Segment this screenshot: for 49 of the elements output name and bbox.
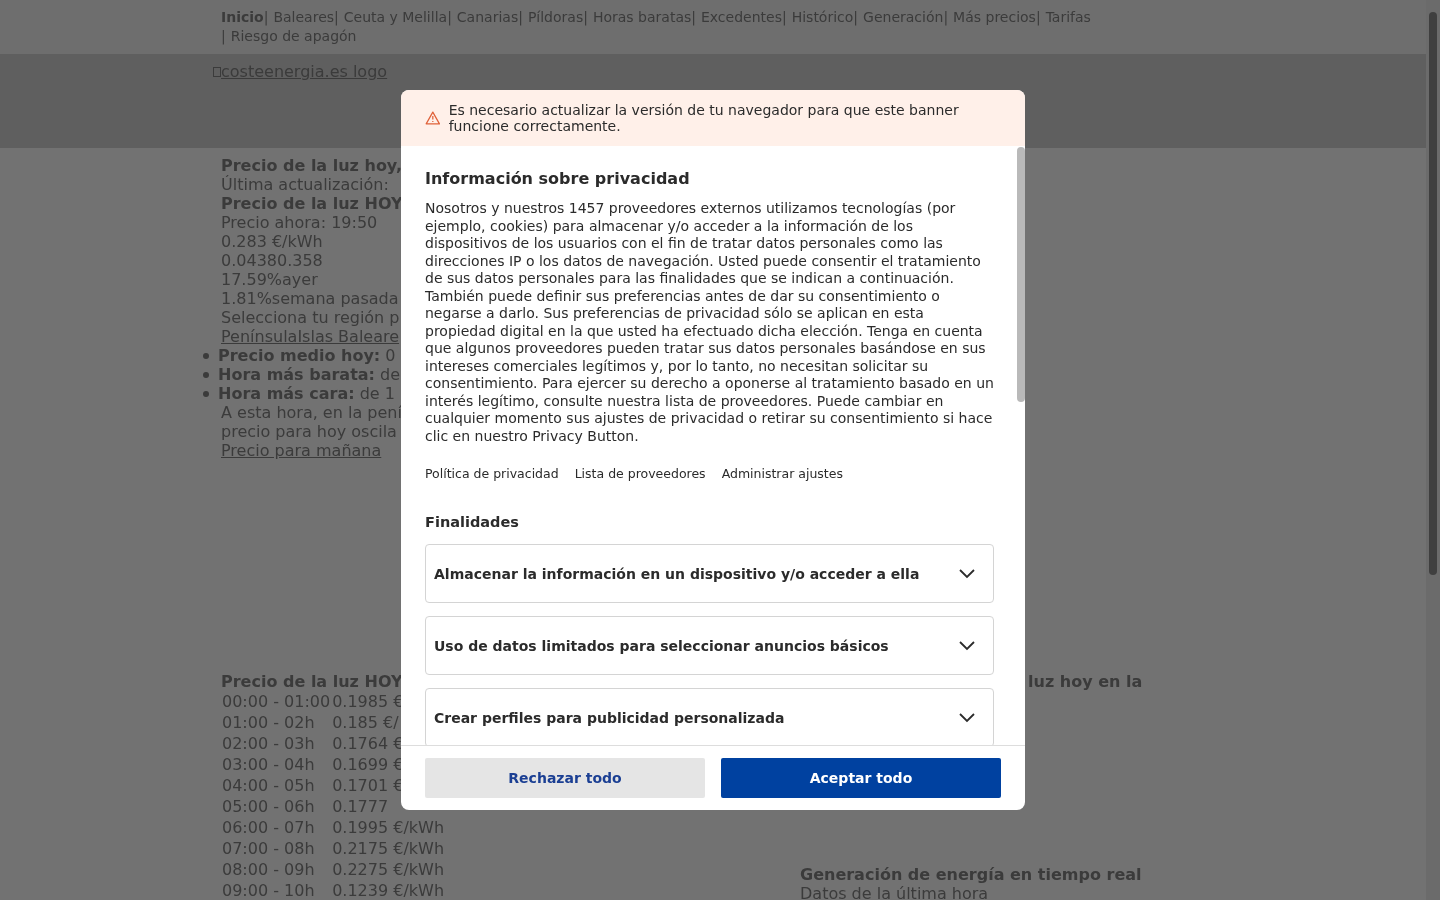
nav-separator: | — [583, 8, 588, 27]
privacy-text: Nosotros y nuestros 1457 proveedores externos utilizamos tecnologías (por ejemplo, cookies) para almacenar y/o acceder a la información de los dispositivos de los usuarios con el fin de tratar datos personales como las direcciones IP o los datos de navegación. Usted puede consentir el tratamiento de sus datos personales para las finalidades que se indican a continuación. También puede definir sus preferencias antes de dar su consentimiento o negarse a darlo. Sus preferencias de privacidad sólo se aplican en esta propiedad digital en la que usted ha efectuado dicha elección. Tenga en cuenta que algunos proveedores pueden tratar sus datos personales basándose en sus intereses comerciales legítimos y, por lo tanto, no necesitan solicitar su consentimiento. Para ejercer su derecho a oponerse al tratamiento basado en un interés legítimo, consulte nuestra lista de proveedores. Puede cambiar en cualquier momento sus ajustes de privacidad o retirar su consentimiento si hace clic en nuestro Privacy Button. — [425, 200, 994, 445]
chevron-down-icon — [959, 640, 975, 651]
hour-cell-text: 05:00 - 06h — [222, 796, 316, 817]
reject-button[interactable]: Rechazar todo — [425, 758, 705, 798]
info-text: precio para hoy oscila — [221, 422, 397, 441]
nav-separator: | — [263, 8, 269, 27]
privacy-link[interactable]: Lista de proveedores — [574, 465, 706, 483]
accept-button[interactable]: Aceptar todo — [721, 758, 1001, 798]
info-text: Precio ahora: 19:50 — [221, 213, 378, 232]
nav-separator: | — [781, 8, 787, 27]
dialog-title: Información sobre privacidad — [425, 168, 691, 190]
hour-cell-text: 09:00 - 10h — [222, 880, 316, 900]
hour-cell-text: 02:00 - 03h — [222, 733, 316, 754]
nav-separator: | — [853, 8, 859, 27]
nav-separator: | — [943, 8, 949, 27]
bullet-icon — [203, 352, 209, 359]
nav-separator: | — [691, 8, 696, 27]
price-cell: 0.1239 €/kWh — [332, 880, 445, 900]
nav-separator: | — [518, 8, 523, 27]
nav-separator: | — [221, 27, 226, 46]
nav-separator: | — [334, 8, 339, 27]
purpose-accordion[interactable]: Almacenar la información en un dispositivo y/o acceder a ella — [425, 544, 994, 603]
purposes-heading: Finalidades — [425, 513, 520, 531]
info-text: 1.81%semana pasada — [221, 289, 399, 308]
purpose-accordion[interactable]: Uso de datos limitados para seleccionar anuncios básicos — [425, 616, 994, 675]
hour-cell-text: 08:00 - 09h — [222, 859, 316, 880]
bullet-icon — [203, 390, 209, 397]
info-text: Última actualización: — [221, 175, 389, 194]
chevron-down-icon — [959, 712, 975, 723]
chevron-down-icon — [959, 568, 975, 579]
nav-separator: | — [1035, 8, 1041, 27]
scrollbar-thumb[interactable] — [1429, 12, 1437, 575]
info-text: 0.283 €/kWh — [221, 232, 323, 251]
price-cell: 0.2275 €/kWh — [332, 859, 445, 880]
nav-separator: | — [447, 8, 452, 27]
bullet-icon — [203, 371, 209, 378]
purpose-accordion[interactable]: Crear perfiles para publicidad personalizada — [425, 688, 994, 745]
info-text: 0.04380.358 — [221, 251, 323, 270]
warning-icon — [425, 109, 441, 127]
info-text: 17.59%ayer — [221, 270, 318, 289]
price-cell-text: 0.1777 — [332, 796, 390, 817]
privacy-link[interactable]: Administrar ajustes — [721, 465, 843, 483]
scrollbar-thumb[interactable] — [1017, 147, 1025, 402]
text-link[interactable]: Precio para mañana — [221, 441, 382, 460]
price-cell: 0.1995 €/kWh — [332, 817, 445, 838]
warning-text: Es necesario actualizar la versión de tu navegador para que este banner funcione correctamente. — [448, 102, 960, 134]
privacy-link[interactable]: Política de privacidad — [425, 465, 559, 483]
price-cell: 0.2175 €/kWh — [332, 838, 445, 859]
